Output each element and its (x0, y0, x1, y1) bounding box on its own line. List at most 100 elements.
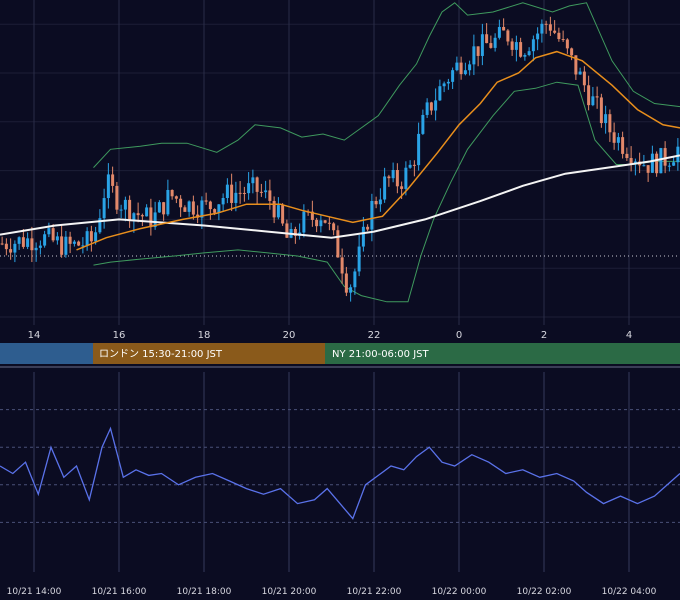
candle-body (242, 192, 246, 194)
candle-body (166, 189, 170, 215)
candle-body (497, 26, 501, 38)
price-x-tick-label: 2 (541, 330, 547, 341)
price-x-tick-label: 18 (198, 330, 211, 341)
candle-body (582, 71, 586, 86)
candle-body (438, 86, 442, 101)
candle-body (268, 190, 272, 201)
candle-body (187, 201, 191, 212)
candle-body (361, 226, 365, 247)
candle-body (13, 243, 17, 253)
candle-body (340, 257, 344, 274)
price-x-tick-label: 14 (28, 330, 41, 341)
candle-body (77, 241, 81, 246)
candle-body (404, 167, 408, 189)
candle-body (353, 271, 357, 288)
candle-body (26, 238, 30, 247)
candle-body (94, 232, 98, 242)
bottom-tick-label: 10/22 04:00 (602, 587, 657, 597)
candle-body (489, 43, 493, 48)
price-x-tick-label: 22 (368, 330, 381, 341)
candle-body (157, 202, 161, 213)
candle-body (85, 231, 89, 246)
bottom-tick-label: 10/21 18:00 (177, 587, 232, 597)
candle-body (616, 137, 620, 143)
candle-body (315, 219, 319, 227)
candle-body (625, 153, 629, 159)
candle-body (357, 246, 361, 272)
candle-body (302, 211, 306, 233)
candle-body (4, 243, 8, 250)
candle-body (468, 64, 472, 71)
candle-body (676, 146, 680, 163)
bottom-tick-label: 10/21 14:00 (7, 587, 62, 597)
candle-body (412, 164, 416, 166)
candle-body (102, 198, 106, 219)
candle-body (204, 200, 208, 202)
candle-body (391, 170, 395, 179)
candle-body (553, 30, 557, 33)
candle-body (111, 174, 115, 186)
candle-body (655, 153, 659, 174)
candle-body (663, 148, 667, 166)
candle-body (455, 62, 459, 71)
candle-body (21, 237, 25, 247)
candle-body (459, 62, 463, 75)
candle-body (128, 199, 132, 221)
candle-body (421, 114, 425, 134)
price-x-tick-label: 0 (456, 330, 462, 341)
price-x-tick-label: 20 (283, 330, 296, 341)
session-ny-label: NY 21:00-06:00 JST (332, 349, 429, 360)
candle-body (251, 177, 255, 184)
candle-body (659, 148, 663, 174)
fx-chart: 14 16 18 20 22 0 2 4 ロンドン 15:30-21:00 JST NY 21… (0, 0, 680, 600)
bottom-tick-label: 10/22 02:00 (517, 587, 572, 597)
candle-body (221, 198, 225, 205)
candle-body (672, 162, 676, 166)
candle-body (400, 186, 404, 189)
candle-body (191, 201, 195, 215)
candle-body (395, 170, 399, 187)
candle-body (323, 220, 327, 223)
candle-body (0, 243, 4, 245)
candle-body (548, 24, 552, 31)
candle-body (425, 102, 429, 115)
candle-body (540, 23, 544, 34)
candle-body (47, 228, 51, 235)
candle-body (174, 196, 178, 199)
candle-body (183, 207, 187, 212)
candle-body (476, 46, 480, 56)
candle-body (230, 184, 234, 203)
candle-body (544, 23, 548, 25)
candle-body (145, 207, 149, 217)
candle-body (68, 236, 72, 244)
candle-body (485, 34, 489, 44)
candle-body (591, 96, 595, 106)
candle-body (408, 164, 412, 168)
candle-body (374, 200, 378, 205)
candle-body (650, 153, 654, 173)
candle-body (531, 39, 535, 52)
candle-body (565, 39, 569, 49)
candle-body (276, 205, 280, 218)
candle-body (378, 199, 382, 205)
candle-body (527, 51, 531, 56)
candle-body (646, 165, 650, 173)
candle-body (332, 223, 336, 231)
candle-body (608, 114, 612, 133)
candle-body (595, 96, 599, 98)
candle-body (604, 114, 608, 124)
session-bar: ロンドン 15:30-21:00 JST NY 21:00-06:00 JST (0, 343, 680, 368)
candle-body (264, 190, 268, 193)
candle-body (89, 231, 93, 242)
candle-body (170, 189, 174, 197)
session-tokyo-band (0, 343, 93, 364)
candle-body (272, 200, 276, 218)
candle-body (493, 37, 497, 48)
candle-body (247, 183, 251, 194)
candle-body (383, 176, 387, 200)
candle-body (149, 207, 153, 228)
candle-body (119, 209, 123, 211)
candle-body (442, 83, 446, 87)
candle-body (629, 158, 633, 164)
candle-body (642, 165, 646, 167)
